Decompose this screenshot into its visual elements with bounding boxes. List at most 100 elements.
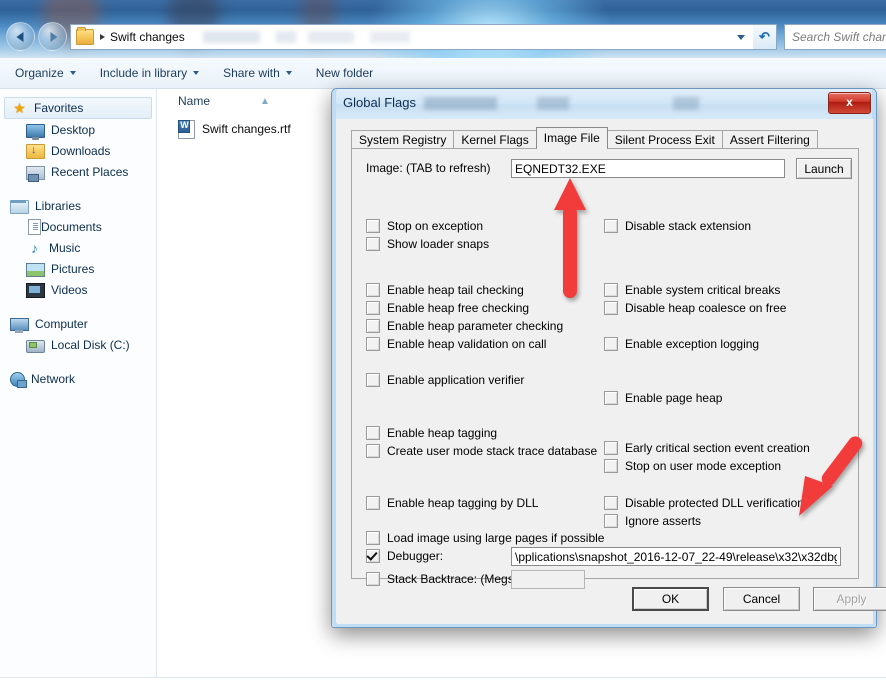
breadcrumb-separator-icon (100, 34, 105, 40)
checkbox-stop-on-exception[interactable] (366, 219, 380, 233)
debugger-checkbox[interactable] (366, 549, 380, 563)
document-icon (28, 219, 41, 235)
forward-arrow-icon (50, 31, 57, 42)
sidebar-item-label: Pictures (51, 261, 95, 276)
stack-backtrace-label: Stack Backtrace: (Megs) (387, 572, 518, 586)
navigation-buttons (6, 22, 78, 51)
breadcrumb-current-folder[interactable]: Swift changes (110, 30, 185, 44)
checkbox-enable-application-verifier[interactable] (366, 373, 380, 387)
sidebar-item-videos[interactable]: Videos (0, 279, 156, 300)
sidebar-item-downloads[interactable]: Downloads (0, 140, 156, 161)
checkbox-enable-exception-logging[interactable] (604, 337, 618, 351)
checkbox-enable-heap-tagging-by-dll[interactable] (366, 496, 380, 510)
checkbox-label: Stop on user mode exception (625, 459, 782, 473)
launch-button[interactable]: Launch (796, 158, 852, 179)
checkbox-load-image-using-large-pages-if-possible[interactable] (366, 531, 380, 545)
sidebar-item-network[interactable]: Network (0, 368, 156, 389)
sidebar-item-label: Network (31, 371, 76, 386)
refresh-button[interactable]: ↶ (753, 24, 777, 50)
status-bar-divider (0, 677, 886, 678)
checkbox-label: Enable exception logging (625, 337, 760, 351)
sidebar-item-recent-places[interactable]: Recent Places (0, 161, 156, 182)
checkbox-show-loader-snaps[interactable] (366, 237, 380, 251)
global-flags-dialog: Global Flags x System Registry Kernel Fla… (331, 88, 886, 628)
dialog-titlebar[interactable]: Global Flags x (332, 89, 876, 119)
tab-strip: System Registry Kernel Flags Image File Sil… (351, 127, 859, 149)
navigation-pane: ★ Favorites Desktop Downloads Recent Places L… (0, 89, 157, 677)
tab-panel-image-file: Image: (TAB to refresh) Launch Stop on e… (351, 148, 859, 589)
checkbox-row: Stop on user mode exception (604, 459, 781, 473)
sidebar-item-documents[interactable]: Documents (0, 216, 156, 237)
search-input[interactable]: Search Swift chang (784, 24, 886, 50)
checkbox-disable-protected-dll-verification[interactable] (604, 496, 618, 510)
sidebar-item-label: Desktop (51, 122, 96, 137)
nav-group-spacer (0, 300, 156, 313)
checkbox-disable-heap-coalesce-on-free[interactable] (604, 301, 618, 315)
checkbox-label: Enable heap tail checking (387, 283, 524, 297)
sidebar-item-label: Music (49, 240, 81, 255)
toolbar-item-new-folder[interactable]: New folder (307, 62, 382, 84)
music-note-icon: ♪ (31, 239, 38, 256)
checkbox-enable-heap-parameter-checking[interactable] (366, 319, 380, 333)
tab-silent-process-exit[interactable]: Silent Process Exit (606, 130, 723, 149)
cancel-button[interactable]: Cancel (723, 587, 800, 611)
star-icon: ★ (13, 100, 26, 116)
address-bar[interactable]: Swift changes (70, 24, 754, 50)
apply-button: Apply (813, 587, 886, 611)
stack-backtrace-checkbox[interactable] (366, 572, 380, 586)
sidebar-item-favorites[interactable]: ★ Favorites (4, 97, 152, 119)
recent-places-icon (26, 165, 45, 182)
checkbox-label: Disable heap coalesce on free (625, 301, 787, 315)
nav-group-spacer (0, 355, 156, 368)
checkbox-label: Disable protected DLL verification (625, 496, 804, 510)
tab-kernel-flags[interactable]: Kernel Flags (453, 130, 537, 149)
toolbar-label: Organize (15, 66, 64, 80)
back-button[interactable] (6, 22, 35, 51)
tab-image-file[interactable]: Image File (535, 127, 608, 149)
address-chevron-down-icon[interactable] (737, 34, 745, 40)
sidebar-item-local-disk-c[interactable]: Local Disk (C:) (0, 334, 156, 355)
checkbox-row: Enable heap parameter checking (366, 319, 563, 333)
library-folder-icon (10, 199, 29, 214)
sidebar-item-desktop[interactable]: Desktop (0, 119, 156, 140)
dialog-body: System Registry Kernel Flags Image File Sil… (337, 119, 886, 624)
sidebar-item-label: Libraries (35, 198, 82, 213)
close-icon[interactable]: x (828, 92, 871, 114)
checkbox-enable-heap-validation-on-call[interactable] (366, 337, 380, 351)
checkbox-stop-on-user-mode-exception[interactable] (604, 459, 618, 473)
checkbox-label: Enable page heap (625, 391, 723, 405)
checkbox-ignore-asserts[interactable] (604, 514, 618, 528)
debugger-path-input[interactable] (511, 547, 841, 566)
checkbox-row: Enable heap tagging (366, 426, 497, 440)
ok-button[interactable]: OK (632, 587, 709, 611)
toolbar-label: Share with (223, 66, 280, 80)
tab-system-registry[interactable]: System Registry (351, 130, 455, 149)
checkbox-enable-page-heap[interactable] (604, 391, 618, 405)
checkbox-enable-heap-tail-checking[interactable] (366, 283, 380, 297)
sidebar-item-libraries[interactable]: Libraries (0, 195, 156, 216)
checkbox-label: Early critical section event creation (625, 441, 810, 455)
tab-assert-filtering[interactable]: Assert Filtering (721, 130, 818, 149)
stack-backtrace-row: Stack Backtrace: (Megs) (366, 572, 518, 586)
checkbox-early-critical-section-event-creation[interactable] (604, 441, 618, 455)
sidebar-item-music[interactable]: ♪ Music (0, 237, 156, 258)
debugger-label: Debugger: (387, 549, 444, 563)
checkbox-row: Disable protected DLL verification (604, 496, 804, 510)
nav-group-spacer (0, 182, 156, 195)
dialog-title: Global Flags (343, 95, 416, 110)
checkbox-enable-system-critical-breaks[interactable] (604, 283, 618, 297)
checkbox-label: Enable system critical breaks (625, 283, 781, 297)
checkbox-create-user-mode-stack-trace-database[interactable] (366, 444, 380, 458)
checkbox-disable-stack-extension[interactable] (604, 219, 618, 233)
checkbox-enable-heap-free-checking[interactable] (366, 301, 380, 315)
sidebar-item-pictures[interactable]: Pictures (0, 258, 156, 279)
toolbar-item-share-with[interactable]: Share with (214, 62, 301, 84)
sidebar-item-label: Computer (35, 316, 88, 331)
forward-button[interactable] (38, 22, 67, 51)
checkbox-enable-heap-tagging[interactable] (366, 426, 380, 440)
toolbar-item-organize[interactable]: Organize (6, 62, 85, 84)
toolbar-item-include-in-library[interactable]: Include in library (91, 62, 208, 84)
image-file-input[interactable] (511, 159, 785, 178)
sidebar-item-computer[interactable]: Computer (0, 313, 156, 334)
download-folder-icon (26, 144, 45, 159)
